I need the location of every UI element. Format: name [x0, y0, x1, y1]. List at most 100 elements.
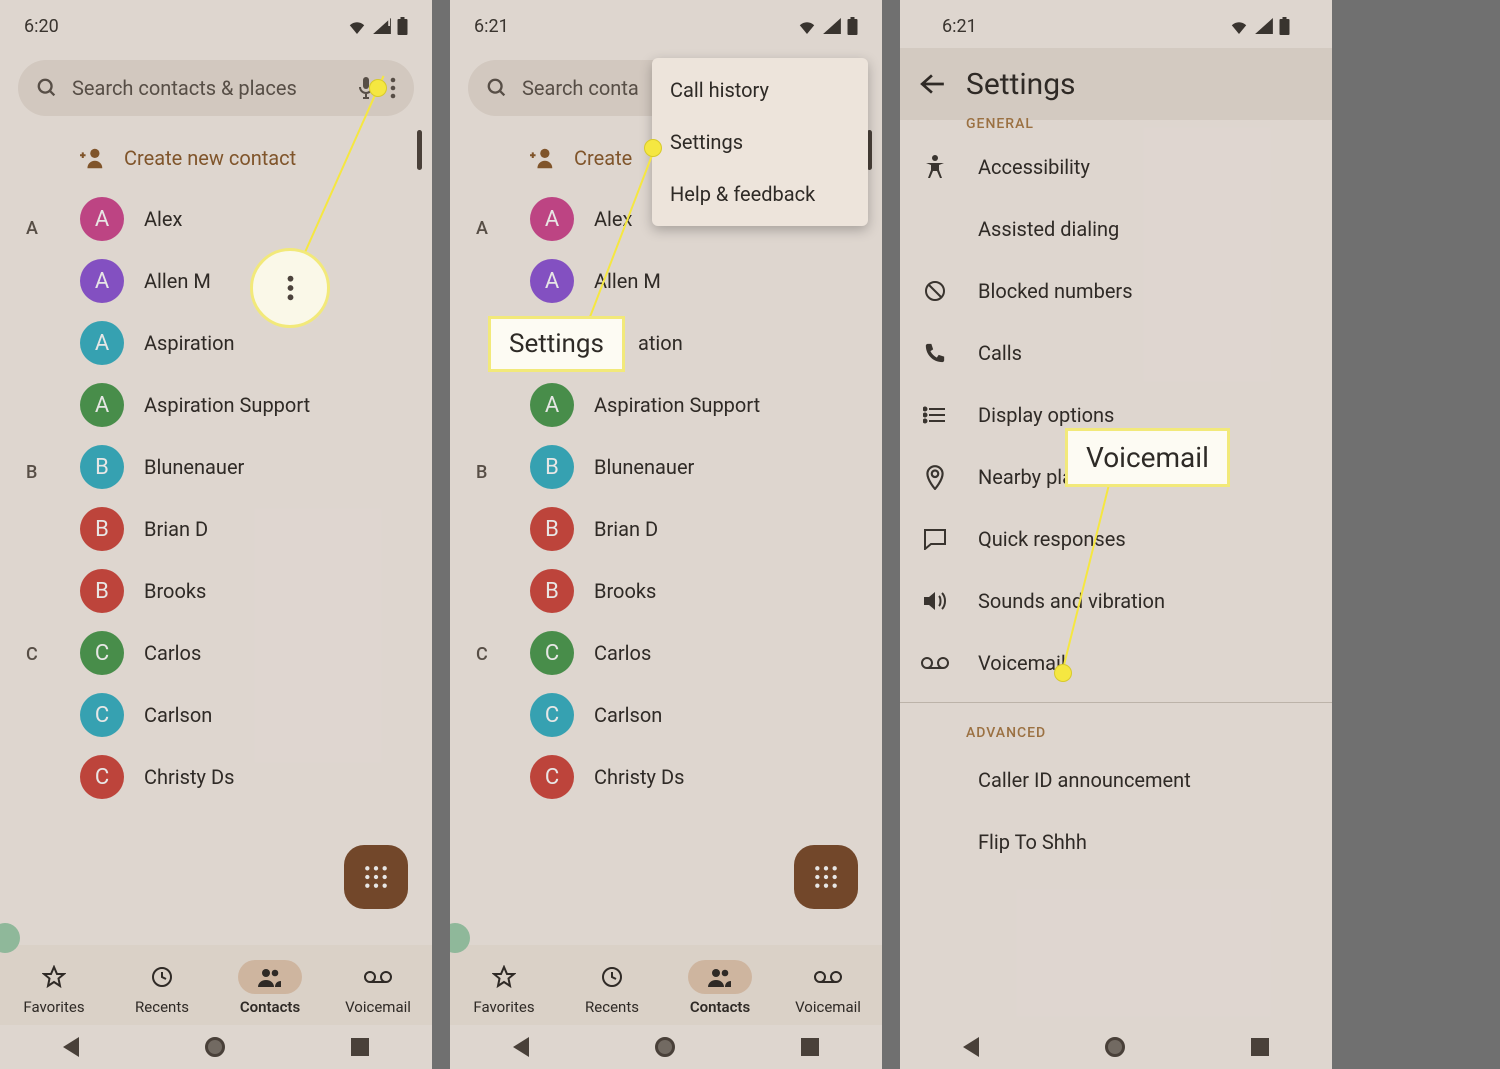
back-arrow-icon[interactable] — [920, 73, 946, 95]
avatar: C — [530, 755, 574, 799]
home-icon[interactable] — [1105, 1037, 1125, 1057]
avatar: A — [80, 259, 124, 303]
avatar: C — [80, 755, 124, 799]
settings-label: Blocked numbers — [978, 279, 1133, 303]
settings-voicemail[interactable]: Voicemail — [900, 632, 1332, 694]
settings-label: Nearby pla — [978, 465, 1073, 489]
contact-row[interactable]: C Carlson — [450, 684, 882, 746]
settings-quick-responses[interactable]: Quick responses — [900, 508, 1332, 570]
contact-row[interactable]: AAlex — [0, 188, 432, 250]
contact-name: Carlson — [594, 703, 662, 727]
wifi-icon — [797, 18, 817, 34]
nav-favorites[interactable]: Favorites — [454, 960, 554, 1016]
settings-caller-id-announcement[interactable]: Caller ID announcement — [900, 749, 1332, 811]
status-bar: 6:20 — [0, 0, 432, 48]
index-B: B — [476, 462, 487, 483]
back-icon[interactable] — [513, 1037, 529, 1057]
contact-name: Carlos — [144, 641, 201, 665]
settings-label: Flip To Shhh — [978, 830, 1087, 854]
dialpad-fab[interactable] — [794, 845, 858, 909]
contact-row[interactable]: AAllen M — [0, 250, 432, 312]
avatar: C — [530, 631, 574, 675]
back-icon[interactable] — [63, 1037, 79, 1057]
contact-row[interactable]: BBlunenauer — [450, 436, 882, 498]
settings-assisted-dialing[interactable]: Assisted dialing — [900, 198, 1332, 260]
settings-accessibility[interactable]: Accessibility — [900, 136, 1332, 198]
overview-icon[interactable] — [351, 1038, 369, 1056]
nav-recents[interactable]: Recents — [562, 960, 662, 1016]
search-bar[interactable]: Search contacts & places — [18, 60, 414, 116]
contact-row[interactable]: AAspiration Support — [450, 374, 882, 436]
more-icon[interactable] — [390, 77, 396, 99]
battery-icon — [1279, 17, 1290, 35]
create-new-contact[interactable]: Create new contact — [0, 128, 432, 188]
overview-icon[interactable] — [801, 1038, 819, 1056]
signal-icon — [823, 18, 841, 34]
avatar: B — [80, 445, 124, 489]
dialpad-fab[interactable] — [344, 845, 408, 909]
screenshot-1-contacts: 6:20 Search contacts & places Create new… — [0, 0, 432, 1069]
contact-row[interactable]: AAllen M — [450, 250, 882, 312]
menu-call-history[interactable]: Call history — [652, 64, 868, 116]
avatar: B — [530, 507, 574, 551]
contact-row[interactable]: BBrooks — [450, 560, 882, 622]
bottom-nav: Favorites Recents Contacts Voicemail — [450, 945, 882, 1025]
divider — [900, 702, 1332, 703]
nav-recents[interactable]: Recents — [112, 960, 212, 1016]
overview-icon[interactable] — [1251, 1038, 1269, 1056]
star-icon — [42, 965, 66, 989]
contact-row[interactable]: AAspiration Support — [0, 374, 432, 436]
accessibility-icon — [924, 155, 946, 179]
back-icon[interactable] — [963, 1037, 979, 1057]
nav-voicemail[interactable]: Voicemail — [778, 960, 878, 1016]
nav-label: Voicemail — [795, 998, 861, 1016]
contact-name: Brooks — [594, 579, 656, 603]
menu-settings[interactable]: Settings — [652, 116, 868, 168]
home-icon[interactable] — [205, 1037, 225, 1057]
nav-label: Contacts — [690, 998, 750, 1016]
settings-sounds-vibration[interactable]: Sounds and vibration — [900, 570, 1332, 632]
avatar: B — [80, 507, 124, 551]
avatar: A — [530, 259, 574, 303]
create-contact-label: Create new contact — [124, 146, 296, 170]
nav-voicemail[interactable]: Voicemail — [328, 960, 428, 1016]
system-nav — [900, 1025, 1332, 1069]
contact-row[interactable]: BBrooks — [0, 560, 432, 622]
settings-label: Display options — [978, 403, 1114, 427]
status-time: 6:20 — [24, 16, 59, 37]
nav-contacts[interactable]: Contacts — [670, 960, 770, 1016]
settings-flip-to-shhh[interactable]: Flip To Shhh — [900, 811, 1332, 873]
contact-row[interactable]: CCarlos — [0, 622, 432, 684]
people-icon — [706, 966, 734, 988]
nav-favorites[interactable]: Favorites — [4, 960, 104, 1016]
contact-row[interactable]: CChristy Ds — [0, 746, 432, 808]
index-A: A — [476, 218, 488, 239]
block-icon — [923, 279, 947, 303]
menu-help-feedback[interactable]: Help & feedback — [652, 168, 868, 220]
search-icon — [36, 77, 58, 99]
avatar: C — [530, 693, 574, 737]
settings-label: Caller ID announcement — [978, 768, 1191, 792]
avatar: A — [80, 197, 124, 241]
home-icon[interactable] — [655, 1037, 675, 1057]
status-bar: 6:21 — [900, 0, 1332, 48]
nav-label: Voicemail — [345, 998, 411, 1016]
contact-row[interactable]: CChristy Ds — [450, 746, 882, 808]
settings-calls[interactable]: Calls — [900, 322, 1332, 384]
contact-row[interactable]: BBlunenauer — [0, 436, 432, 498]
settings-blocked-numbers[interactable]: Blocked numbers — [900, 260, 1332, 322]
nav-contacts[interactable]: Contacts — [220, 960, 320, 1016]
index-C: C — [476, 644, 488, 665]
nav-label: Recents — [135, 998, 189, 1016]
settings-label: Calls — [978, 341, 1022, 365]
contact-row[interactable]: CCarlos — [450, 622, 882, 684]
contact-row[interactable]: BBrian D — [450, 498, 882, 560]
contact-row[interactable]: BBrian D — [0, 498, 432, 560]
avatar: C — [80, 693, 124, 737]
contact-row[interactable]: CCarlson — [0, 684, 432, 746]
status-bar: 6:21 — [450, 0, 882, 48]
settings-label: Assisted dialing — [978, 217, 1119, 241]
screenshot-2-popup: 6:21 Search conta Create A AAlex AAllen … — [450, 0, 882, 1069]
dialpad-icon — [813, 864, 839, 890]
contact-row[interactable]: AAspiration — [0, 312, 432, 374]
